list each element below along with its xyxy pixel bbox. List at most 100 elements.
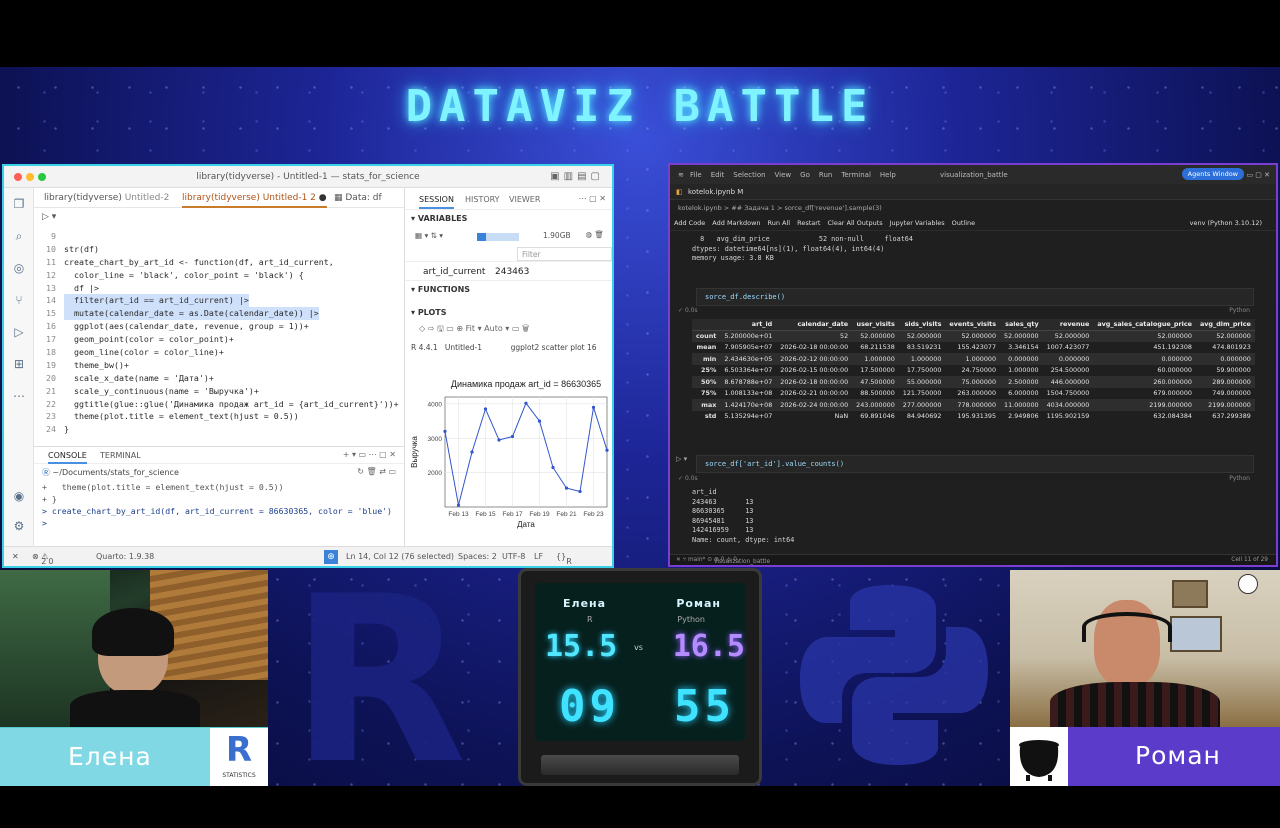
code-line[interactable]: 13 df |> (34, 282, 404, 295)
tab-viewer[interactable]: VIEWER (509, 195, 540, 204)
line-text: scale_y_continuous(name = 'Выручка')+ (64, 385, 259, 396)
run-icon[interactable]: ▷ ▾ (42, 212, 56, 222)
more-icon[interactable]: ⋯ (11, 388, 27, 404)
code-line[interactable]: 16 ggplot(aes(calendar_date, revenue, gr… (34, 320, 404, 333)
extensions-icon[interactable]: ◎ (11, 260, 27, 276)
language-mode[interactable]: {} R (556, 552, 572, 566)
menu-item[interactable]: Selection (733, 171, 765, 179)
code-line[interactable]: 22 ggtitle(glue::glue('Динамика продаж a… (34, 398, 404, 411)
connections-icon[interactable]: ⊞ (11, 356, 27, 372)
table-cell: 1.000000 (945, 353, 1001, 365)
code-line[interactable]: 18 geom_line(color = color_line)+ (34, 346, 404, 359)
toolbar-button[interactable]: Clear All Outputs (827, 219, 882, 227)
menu-item[interactable]: Go (800, 171, 810, 179)
tab-data-df[interactable]: ▦ Data: df (334, 193, 382, 203)
menu-item[interactable]: View (775, 171, 792, 179)
breadcrumb[interactable]: kotelok.ipynb > ## Задача 1 > sorce_df['… (670, 200, 1276, 215)
menu-item[interactable]: Terminal (841, 171, 871, 179)
explorer-icon[interactable]: ❐ (11, 196, 27, 212)
toolbar-button[interactable]: Add Markdown (712, 219, 760, 227)
column-header: user_visits (852, 319, 899, 331)
variables-header[interactable]: ▾ VARIABLES (405, 210, 612, 227)
data-point (456, 503, 461, 507)
code-editor[interactable]: library(tidyverse) Untitled-2 library(ti… (34, 188, 404, 446)
menu-item[interactable]: File (690, 171, 702, 179)
panel-actions-icon[interactable]: ⋯ ▢ ✕ (579, 194, 606, 203)
status-right[interactable]: Cell 11 of 29 (1231, 557, 1268, 563)
code-cell-describe[interactable]: sorce_df.describe() (696, 288, 1254, 306)
remote-icon[interactable]: ✕ (12, 552, 19, 561)
layout-icons[interactable]: ▣▥▤▢ (550, 171, 604, 182)
table-row: max 1.424170e+08 2026-02-24 00:00:00 243.00… (692, 399, 1255, 411)
console-actions-icon[interactable]: + ▾ ▭ ⋯ ▢ ✕ (343, 450, 396, 459)
table-cell: count (692, 330, 721, 342)
code-line[interactable]: 14 filter(art_id == art_id_current) |> (34, 294, 404, 308)
source-control-icon[interactable]: ⑂ (11, 292, 27, 308)
code-line[interactable]: 21 scale_y_continuous(name = 'Выручка')+ (34, 385, 404, 398)
code-line[interactable]: 23 theme(plot.title = element_text(hjust… (34, 410, 404, 423)
menu-bar[interactable]: File Edit Selection View Go Run Terminal Help (690, 171, 905, 179)
window-controls-icons[interactable]: ▭ ▢ ✕ (1246, 171, 1270, 179)
code-line[interactable]: 24} (34, 423, 404, 436)
python-logo-background (800, 585, 988, 765)
code-lines[interactable]: 9 10 str(df) 11 create_chart_by_art_id <- fu… (34, 230, 404, 436)
status-left[interactable]: ✕ ⑂ main* ⊙ visualization_battle ⊗ 0 ⚠ 0 (676, 557, 770, 565)
tab-session[interactable]: SESSION (419, 195, 454, 209)
run-cell-icon[interactable]: ▷ ▾ (676, 455, 687, 463)
code-line[interactable]: 10 str(df) (34, 243, 404, 256)
variables-filter[interactable]: Filter (517, 247, 612, 261)
file-encoding[interactable]: UTF-8 (502, 552, 525, 561)
table-cell: 2.949806 (1008, 412, 1039, 421)
line-text: theme_bw()+ (64, 359, 129, 370)
toolbar-button[interactable]: Run All (768, 219, 791, 227)
grid-view-icon[interactable]: ▦ ▾ ⇅ ▾ (415, 231, 443, 240)
data-point (524, 401, 528, 405)
problems-count[interactable]: ⊗ 2 ⚠ 0 (32, 552, 54, 566)
toolbar-button[interactable]: Jupyter Variables (890, 219, 945, 227)
notebook-tab[interactable]: kotelok.ipynb M (688, 188, 743, 196)
plots-header[interactable]: ▾ PLOTS (405, 304, 612, 321)
cell-language-2[interactable]: Python (1229, 475, 1250, 482)
kernel-selector[interactable]: venv (Python 3.10.12) (1190, 219, 1262, 227)
search-icon[interactable]: ⌕ (11, 228, 27, 244)
account-icon[interactable]: ◉ (11, 488, 27, 504)
settings-gear-icon[interactable]: ⚙ (11, 518, 27, 534)
code-line[interactable]: 20 scale_x_date(name = 'Дата')+ (34, 372, 404, 385)
data-point (443, 429, 447, 433)
cell-language[interactable]: Python (1229, 307, 1250, 314)
code-line[interactable]: 19 theme_bw()+ (34, 359, 404, 372)
output-line: 86630365 13 (692, 507, 754, 515)
refresh-clear-icons[interactable]: ◍ 🗑 (586, 230, 604, 239)
tab-untitled-2[interactable]: library(tidyverse) Untitled-2 (44, 193, 169, 203)
code-line[interactable]: 11 create_chart_by_art_id <- function(df,… (34, 256, 404, 269)
plot-panel (444, 396, 608, 508)
variable-row[interactable]: art_id_current 243463 (405, 261, 612, 281)
toolbar-button[interactable]: Outline (952, 219, 976, 227)
tab-untitled-1-2[interactable]: library(tidyverse) Untitled-1 2 ● (182, 193, 327, 208)
console-panel[interactable]: CONSOLE TERMINAL + ▾ ▭ ⋯ ▢ ✕ Ⓡ ~/Documen… (34, 446, 404, 550)
cauldron-icon (1019, 740, 1059, 781)
code-line[interactable]: 9 (34, 230, 404, 243)
console-tools-icon[interactable]: ↻ 🗑 ⇄ ▭ (357, 467, 396, 476)
line-endings[interactable]: LF (534, 552, 543, 561)
table-cell: 4034.000000 (1042, 399, 1094, 411)
menu-item[interactable]: Run (819, 171, 832, 179)
toolbar-button[interactable]: Add Code (674, 219, 705, 227)
tab-console[interactable]: CONSOLE (48, 451, 87, 464)
code-line[interactable]: 15 mutate(calendar_date = as.Date(calend… (34, 307, 404, 321)
toolbar-button[interactable]: Restart (797, 219, 820, 227)
toolbar-actions[interactable]: Add Code Add Markdown Run All Restart Clear … (674, 219, 982, 227)
menu-item[interactable]: Edit (711, 171, 725, 179)
agents-window-button[interactable]: Agents Window (1181, 168, 1244, 180)
functions-header[interactable]: ▾ FUNCTIONS (405, 281, 612, 298)
plot-toolbar[interactable]: ◇ ⇨ 🖫 ▭ ⊕ Fit ▾ Auto ▾ ▭ 🗑 (405, 321, 612, 339)
code-cell-value-counts[interactable]: sorce_df['art_id'].value_counts() (696, 455, 1254, 473)
code-line[interactable]: 17 geom_point(color = color_point)+ (34, 333, 404, 346)
line-number: 19 (46, 359, 56, 370)
tab-terminal[interactable]: TERMINAL (100, 451, 141, 460)
code-line[interactable]: 12 color_line = 'black', color_point = '… (34, 269, 404, 282)
tab-history[interactable]: HISTORY (465, 195, 500, 204)
app-menu-icon[interactable]: ≋ (678, 171, 684, 179)
menu-item[interactable]: Help (880, 171, 896, 179)
run-debug-icon[interactable]: ▷ (11, 324, 27, 340)
